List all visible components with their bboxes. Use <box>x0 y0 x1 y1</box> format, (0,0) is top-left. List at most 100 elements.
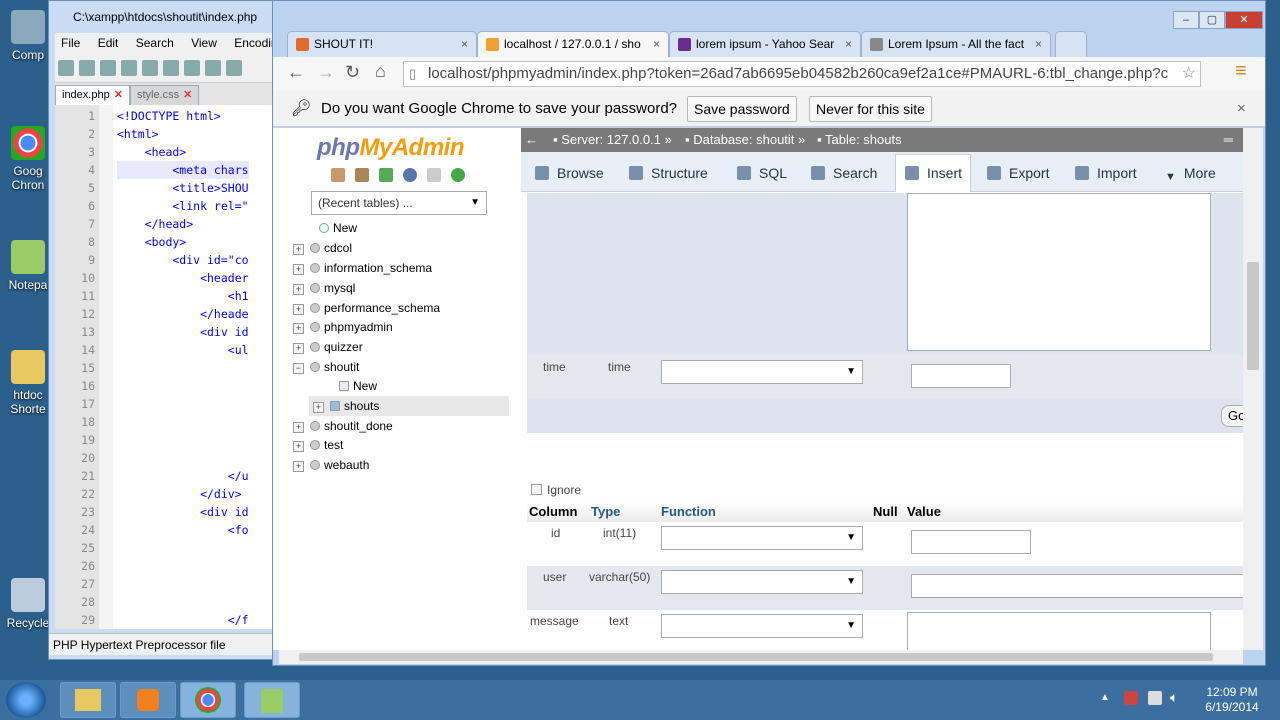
pma-logo[interactable]: phpMyAdmin <box>317 134 464 162</box>
home-icon[interactable] <box>331 168 345 182</box>
tree-item-webauth[interactable]: + webauth <box>293 458 369 472</box>
function-select[interactable]: ▼ <box>661 614 863 638</box>
breadcrumb-table[interactable]: ▪ Table: shouts <box>817 128 902 152</box>
tree-item-shoutit[interactable]: − shoutit <box>293 360 359 374</box>
function-select[interactable]: ▼ <box>661 570 863 594</box>
tab-import[interactable]: Import <box>1075 162 1137 184</box>
tab-browse[interactable]: Browse <box>535 162 604 184</box>
ignore-checkbox[interactable] <box>531 484 542 495</box>
taskbar-chrome-button[interactable] <box>180 682 236 718</box>
browser-tab-shoutit[interactable]: SHOUT IT! × <box>287 31 477 57</box>
tab-search[interactable]: Search <box>811 162 877 184</box>
scrollbar-thumb[interactable] <box>1247 262 1259 370</box>
maximize-button[interactable]: ▢ <box>1199 11 1225 29</box>
tab-export[interactable]: Export <box>987 162 1049 184</box>
horizontal-scrollbar[interactable] <box>279 650 1243 664</box>
reload-icon[interactable]: ↻ <box>345 62 360 83</box>
back-icon[interactable]: ← <box>287 62 305 83</box>
menu-encoding[interactable]: Encoding <box>234 36 277 50</box>
help-icon[interactable] <box>403 168 417 182</box>
open-file-icon[interactable] <box>79 60 95 76</box>
browser-tab-lorem[interactable]: Lorem Ipsum - All the fact × <box>861 31 1051 57</box>
cut-icon[interactable] <box>205 60 221 76</box>
expand-icon[interactable]: + <box>293 304 304 315</box>
close-window-button[interactable]: ✕ <box>1225 11 1263 29</box>
code-editor[interactable]: 1 2 3 4 5 6 7 8 9 10 11 12 13 14 15 16 17 18 19 20 21 22 23 24 2… <box>55 105 277 629</box>
collapse-nav-icon[interactable]: ← <box>525 128 538 152</box>
expand-icon[interactable]: + <box>293 323 304 334</box>
expand-icon[interactable]: + <box>293 343 304 354</box>
go-button[interactable]: Go <box>1221 405 1243 427</box>
forward-icon[interactable]: → <box>317 62 335 83</box>
id-value-input[interactable] <box>911 530 1031 554</box>
collapse-icon[interactable]: ═ <box>1224 128 1233 152</box>
close-icon[interactable]: ✕ <box>114 89 123 101</box>
function-select[interactable]: ▼ <box>661 360 863 384</box>
menu-icon[interactable]: ≡ <box>1235 60 1247 83</box>
scrollbar-thumb[interactable] <box>299 653 1213 661</box>
close-icon[interactable]: × <box>1237 91 1246 127</box>
tree-item-performance-schema[interactable]: + performance_schema <box>293 301 440 315</box>
expand-icon[interactable]: + <box>293 244 304 255</box>
message-textarea[interactable] <box>907 193 1211 351</box>
tab-insert[interactable]: Insert <box>905 162 962 184</box>
home-icon[interactable]: ⌂ <box>375 61 386 82</box>
minimize-button[interactable]: ‒ <box>1173 11 1199 29</box>
tree-item-mysql[interactable]: + mysql <box>293 281 355 295</box>
close-icon[interactable]: × <box>653 32 660 56</box>
menu-search[interactable]: Search <box>136 36 174 50</box>
expand-icon[interactable]: + <box>293 441 304 452</box>
show-hidden-icons[interactable]: ▲ <box>1100 692 1110 703</box>
url-input[interactable]: ▯ localhost/phpmyadmin/index.php?token=2… <box>403 61 1201 87</box>
action-center-icon[interactable] <box>1124 691 1138 705</box>
close-icon[interactable] <box>142 60 158 76</box>
tree-item-test[interactable]: + test <box>293 438 343 452</box>
tree-item-cdcol[interactable]: + cdcol <box>293 241 352 255</box>
new-file-icon[interactable] <box>58 60 74 76</box>
tab-more[interactable]: ▼ More <box>1165 162 1216 184</box>
save-all-icon[interactable] <box>121 60 137 76</box>
vertical-scrollbar[interactable] <box>1243 128 1263 650</box>
taskbar-notepad-button[interactable] <box>244 682 300 718</box>
tree-item-quizzer[interactable]: + quizzer <box>293 340 363 354</box>
close-all-icon[interactable] <box>163 60 179 76</box>
expand-icon[interactable]: + <box>313 402 324 413</box>
tab-sql[interactable]: SQL <box>737 162 787 184</box>
docs-icon[interactable] <box>427 168 441 182</box>
close-icon[interactable]: × <box>1035 32 1042 56</box>
function-select[interactable]: ▼ <box>661 526 863 550</box>
menu-file[interactable]: File <box>61 36 80 50</box>
browser-tab-yahoo[interactable]: lorem ipsum - Yahoo Sear × <box>669 31 861 57</box>
breadcrumb-server[interactable]: ▪ Server: 127.0.0.1 » <box>553 128 672 152</box>
collapse-icon[interactable]: − <box>293 363 304 374</box>
star-icon[interactable]: ☆ <box>1181 62 1196 86</box>
expand-icon[interactable]: + <box>293 422 304 433</box>
network-icon[interactable] <box>1148 691 1162 705</box>
breadcrumb-database[interactable]: ▪ Database: shoutit » <box>685 128 805 152</box>
tree-item-phpmyadmin[interactable]: + phpmyadmin <box>293 320 393 334</box>
tab-style-css[interactable]: style.css ✕ <box>129 85 200 105</box>
tree-item-information-schema[interactable]: + information_schema <box>293 261 432 275</box>
expand-icon[interactable]: + <box>293 284 304 295</box>
close-icon[interactable]: × <box>845 32 852 56</box>
desktop-icon-recycle[interactable]: Recycle <box>4 578 52 630</box>
menu-edit[interactable]: Edit <box>98 36 119 50</box>
tab-structure[interactable]: Structure <box>629 162 708 184</box>
user-value-input[interactable] <box>911 574 1243 598</box>
tree-item-new[interactable]: New <box>313 221 357 235</box>
tree-item-shouts[interactable]: + shouts <box>313 399 379 413</box>
expand-icon[interactable]: + <box>293 264 304 275</box>
close-icon[interactable]: ✕ <box>183 89 192 101</box>
refresh-icon[interactable] <box>451 168 465 182</box>
close-icon[interactable]: × <box>461 32 468 56</box>
sql-query-icon[interactable] <box>379 168 393 182</box>
message-value-textarea[interactable] <box>907 612 1211 650</box>
taskbar-explorer-button[interactable] <box>60 682 116 718</box>
clock[interactable]: 12:09 PM 6/19/2014 <box>1200 685 1264 715</box>
exit-icon[interactable] <box>355 168 369 182</box>
taskbar-media-button[interactable] <box>120 682 176 718</box>
time-value-input[interactable] <box>911 364 1011 388</box>
desktop-icon-htdocs[interactable]: htdoc Shorte <box>4 350 52 416</box>
save-password-button[interactable]: Save password <box>687 96 797 122</box>
save-icon[interactable] <box>100 60 116 76</box>
